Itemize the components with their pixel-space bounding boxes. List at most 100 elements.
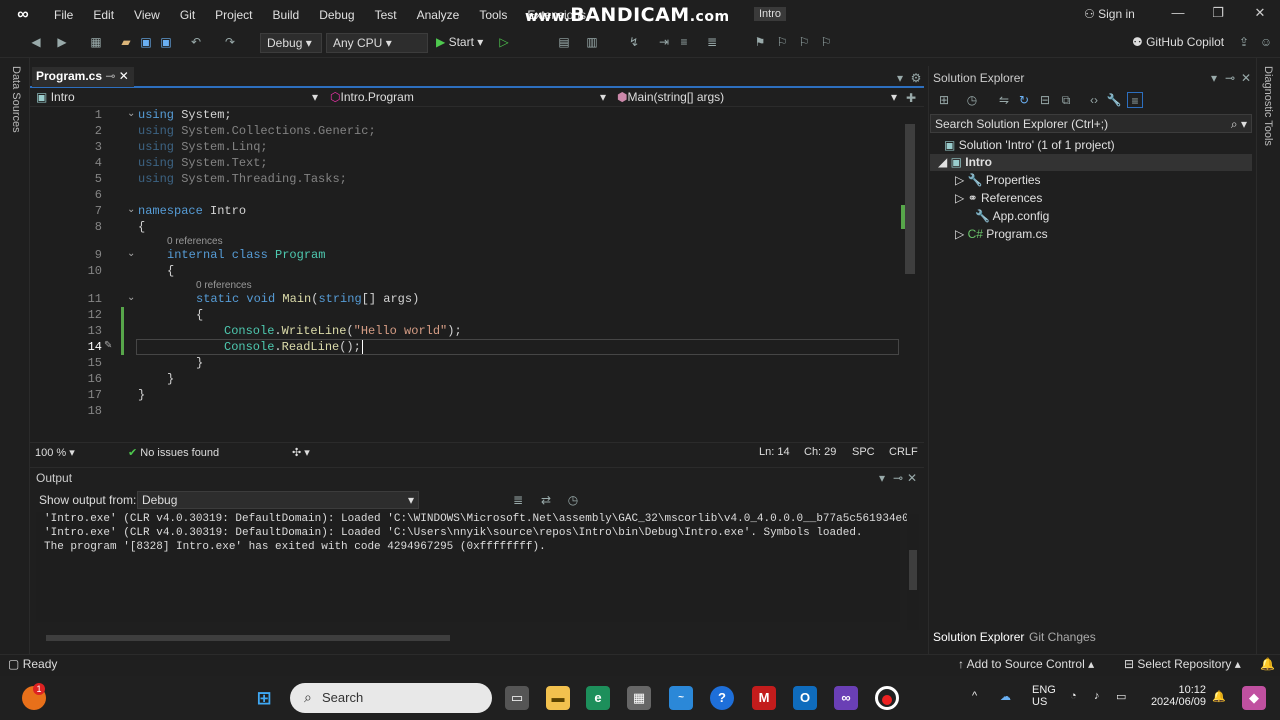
menu-file[interactable]: File bbox=[44, 8, 83, 22]
save-all-icon[interactable]: ▣ bbox=[158, 34, 174, 50]
file-explorer-icon[interactable]: ▬ bbox=[546, 686, 570, 710]
line-indicator[interactable]: Ln: 14 bbox=[759, 446, 790, 458]
collapse-icon[interactable]: ⌄ bbox=[127, 292, 135, 303]
hot-reload-icon[interactable]: ↯ bbox=[626, 34, 642, 50]
visual-studio-icon[interactable]: ∞ bbox=[834, 686, 858, 710]
start-without-debugging-icon[interactable]: ▷ bbox=[496, 34, 512, 50]
platform-select[interactable]: Any CPU ▾ bbox=[326, 33, 428, 53]
new-project-icon[interactable]: ▦ bbox=[88, 34, 104, 50]
menu-view[interactable]: View bbox=[124, 8, 170, 22]
settings-icon[interactable]: ⚙ bbox=[908, 70, 924, 86]
menu-analyze[interactable]: Analyze bbox=[407, 8, 470, 22]
taskbar-search[interactable]: Search bbox=[290, 683, 492, 713]
quick-actions-icon[interactable]: ✎ bbox=[104, 340, 112, 351]
panel-close-icon[interactable]: ✕ bbox=[904, 470, 920, 486]
tab-close-icon[interactable]: ✕ bbox=[119, 69, 129, 83]
help-icon[interactable]: ? bbox=[710, 686, 734, 710]
output-source-select[interactable]: Debug ▾ bbox=[137, 491, 419, 509]
project-dropdown[interactable]: ▣ Intro ▾ bbox=[36, 90, 318, 104]
view-code-icon[interactable]: ‹› bbox=[1086, 92, 1102, 108]
save-icon[interactable]: ▣ bbox=[138, 34, 154, 50]
class-dropdown[interactable]: ⬡Intro.Program ▾ bbox=[330, 90, 606, 104]
project-node[interactable]: ◢ ▣ Intro bbox=[938, 155, 992, 169]
record-icon[interactable] bbox=[875, 686, 899, 710]
menu-debug[interactable]: Debug bbox=[309, 8, 364, 22]
se-menu-icon[interactable]: ▾ bbox=[1206, 70, 1222, 86]
add-to-source-control-button[interactable]: ↑ Add to Source Control ▴ bbox=[958, 657, 1094, 671]
tree-item-references[interactable]: ▷ ⚭ References bbox=[955, 191, 1042, 205]
share-icon[interactable]: ⇪ bbox=[1236, 34, 1252, 50]
browse-icon[interactable]: ▤ bbox=[556, 34, 572, 50]
tab-solution-explorer[interactable]: Solution Explorer bbox=[933, 630, 1024, 644]
github-copilot-button[interactable]: ⚉ GitHub Copilot bbox=[1132, 35, 1224, 49]
layout-icon[interactable]: ▥ bbox=[584, 34, 600, 50]
output-scroll-thumb[interactable] bbox=[909, 550, 917, 590]
tree-item-properties[interactable]: ▷ 🔧 Properties bbox=[955, 173, 1041, 187]
start-button[interactable]: ▶ Start ▾ bbox=[436, 35, 483, 49]
member-dropdown[interactable]: ⬢Main(string[] args) ▾ bbox=[617, 90, 897, 104]
collapse-icon[interactable]: ⌄ bbox=[127, 204, 135, 215]
language-indicator[interactable]: ENG US bbox=[1032, 684, 1056, 708]
data-sources-tab[interactable]: Data Sources bbox=[10, 66, 22, 133]
menu-tools[interactable]: Tools bbox=[469, 8, 517, 22]
solution-node[interactable]: ▣ Solution 'Intro' (1 of 1 project) bbox=[944, 138, 1115, 152]
sync-icon[interactable]: ⇋ bbox=[996, 92, 1012, 108]
clock-icon[interactable]: ◷ bbox=[565, 492, 581, 508]
menu-project[interactable]: Project bbox=[205, 8, 262, 22]
tree-item-program-cs[interactable]: ▷ C# Program.cs bbox=[955, 227, 1048, 241]
tab-git-changes[interactable]: Git Changes bbox=[1029, 630, 1096, 644]
codelens-references[interactable]: 0 references bbox=[167, 236, 223, 247]
onedrive-icon[interactable]: ☁ bbox=[1000, 690, 1011, 703]
menu-git[interactable]: Git bbox=[170, 8, 205, 22]
panel-menu-icon[interactable]: ▾ bbox=[874, 470, 890, 486]
bookmark-next-icon[interactable]: ⚐ bbox=[796, 34, 812, 50]
tray-overflow-icon[interactable]: ^ bbox=[972, 690, 977, 702]
wifi-icon[interactable]: ◔ bbox=[1070, 690, 1077, 702]
clock[interactable]: 10:12 2024/06/09 bbox=[1146, 684, 1206, 708]
collapse-all-icon[interactable]: ⊟ bbox=[1037, 92, 1053, 108]
undo-icon[interactable]: ↶ bbox=[188, 34, 204, 50]
battery-icon[interactable]: ▭ bbox=[1116, 690, 1126, 703]
tab-program-cs[interactable]: Program.cs ⊸ ✕ bbox=[32, 67, 134, 87]
forward-icon[interactable]: ▶ bbox=[54, 34, 70, 50]
collapse-icon[interactable]: ⌄ bbox=[127, 248, 135, 259]
feedback-icon[interactable]: ☺ bbox=[1258, 34, 1274, 50]
refresh-icon[interactable]: ↻ bbox=[1016, 92, 1032, 108]
pin-icon[interactable]: ⊸ bbox=[105, 69, 115, 83]
issues-indicator[interactable]: ✔ No issues found bbox=[128, 446, 219, 459]
format-icon[interactable]: ≡ bbox=[676, 34, 692, 50]
properties-icon[interactable]: 🔧 bbox=[1106, 92, 1122, 108]
open-folder-icon[interactable]: ▰ bbox=[118, 34, 134, 50]
solution-search-input[interactable]: Search Solution Explorer (Ctrl+;) ⌕ ▾ bbox=[930, 114, 1252, 133]
bookmark-icon[interactable]: ⚑ bbox=[752, 34, 768, 50]
tree-item-app-config[interactable]: 🔧 App.config bbox=[975, 209, 1049, 223]
step-icon[interactable]: ⇥ bbox=[656, 34, 672, 50]
menu-edit[interactable]: Edit bbox=[83, 8, 124, 22]
se-close-icon[interactable]: ✕ bbox=[1238, 70, 1254, 86]
pending-changes-icon[interactable]: ◷ bbox=[964, 92, 980, 108]
menu-test[interactable]: Test bbox=[365, 8, 407, 22]
edge-icon[interactable]: e bbox=[586, 686, 610, 710]
bookmark-prev-icon[interactable]: ⚐ bbox=[774, 34, 790, 50]
scrollbar-thumb[interactable] bbox=[905, 124, 915, 274]
collapse-icon[interactable]: ⌄ bbox=[127, 108, 135, 119]
mcafee-icon[interactable]: M bbox=[752, 686, 776, 710]
restore-button[interactable]: ❐ bbox=[1203, 5, 1233, 25]
close-window-button[interactable]: ✕ bbox=[1245, 5, 1275, 25]
whitespace-indicator[interactable]: SPC bbox=[852, 446, 875, 458]
output-horizontal-scrollbar[interactable] bbox=[46, 635, 450, 641]
menu-build[interactable]: Build bbox=[263, 8, 310, 22]
select-repository-button[interactable]: ⊟ Select Repository ▴ bbox=[1124, 657, 1241, 671]
bell-icon[interactable]: 🔔 bbox=[1212, 690, 1226, 703]
se-pin-icon[interactable]: ⊸ bbox=[1222, 70, 1238, 86]
codelens-references[interactable]: 0 references bbox=[196, 280, 252, 291]
redo-icon[interactable]: ↷ bbox=[222, 34, 238, 50]
configuration-select[interactable]: Debug ▾ bbox=[260, 33, 322, 53]
task-view-icon[interactable]: ▭ bbox=[505, 686, 529, 710]
outlook-icon[interactable]: O bbox=[793, 686, 817, 710]
tab-overflow-icon[interactable]: ▾ bbox=[892, 70, 908, 86]
word-wrap-icon[interactable]: ≣ bbox=[510, 492, 526, 508]
switch-views-icon[interactable]: ⊞ bbox=[936, 92, 952, 108]
copilot-taskbar-icon[interactable]: ◆ bbox=[1242, 686, 1266, 710]
split-editor-icon[interactable]: ✚ bbox=[903, 90, 919, 106]
